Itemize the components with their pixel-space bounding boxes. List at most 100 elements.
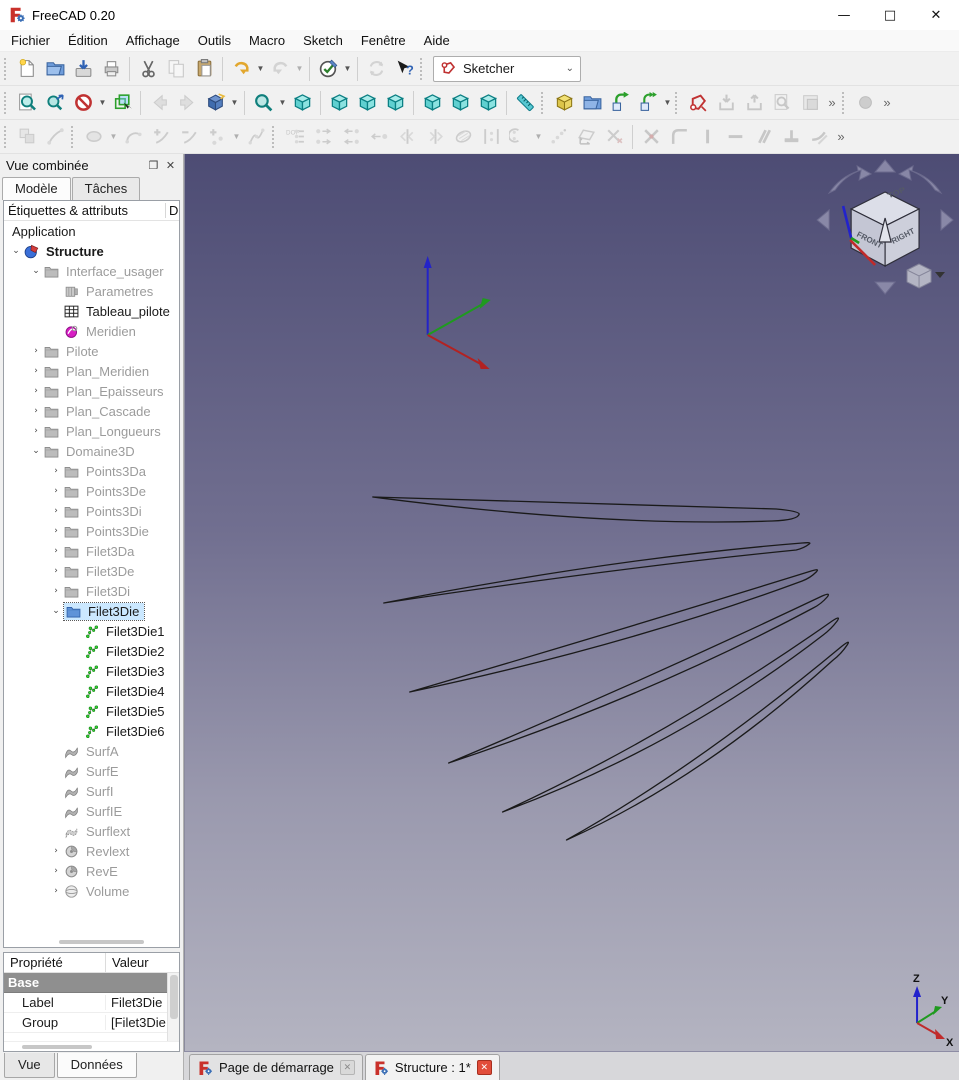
tree-item-plan-cascade[interactable]: ›Plan_Cascade	[4, 401, 179, 421]
tree-item-points3di[interactable]: ›Points3Di	[4, 501, 179, 521]
tab-vue[interactable]: Vue	[4, 1053, 55, 1078]
left-view-button[interactable]	[474, 89, 502, 117]
expand-icon[interactable]: ›	[48, 586, 64, 596]
workbench-selector[interactable]: Sketcher⌄	[433, 56, 581, 82]
expand-icon[interactable]: ›	[28, 366, 44, 376]
tree-item-plan-meridien[interactable]: ›Plan_Meridien	[4, 361, 179, 381]
edit-mode-button-caret-icon[interactable]: ▼	[342, 55, 353, 83]
navigation-cube[interactable]: TOP FRONT RIGHT	[817, 160, 953, 294]
tab-mod-le[interactable]: Modèle	[2, 177, 71, 200]
front-view-button[interactable]	[325, 89, 353, 117]
home-view-button-caret-icon[interactable]: ▼	[229, 89, 240, 117]
toolbar-grip[interactable]	[272, 126, 279, 148]
axonometric-view-button[interactable]	[288, 89, 316, 117]
tree-item-surfi[interactable]: SurfI	[4, 781, 179, 801]
toolbar-grip[interactable]	[675, 92, 682, 114]
menu-aide[interactable]: Aide	[415, 31, 459, 50]
expand-icon[interactable]: ›	[28, 346, 44, 356]
expand-icon[interactable]: ›	[48, 466, 64, 476]
expand-icon[interactable]: ›	[28, 406, 44, 416]
make-link-button[interactable]	[606, 89, 634, 117]
tree-item-points3de[interactable]: ›Points3De	[4, 481, 179, 501]
home-view-button[interactable]	[201, 89, 229, 117]
property-row-label[interactable]: LabelFilet3Die	[4, 993, 179, 1013]
tree-item-filet3die2[interactable]: Filet3Die2	[4, 641, 179, 661]
draw-style-button-caret-icon[interactable]: ▼	[97, 89, 108, 117]
tree-item-surflext[interactable]: Surflext	[4, 821, 179, 841]
toolbar-grip[interactable]	[4, 58, 11, 80]
tree-item-plan-longueurs[interactable]: ›Plan_Longueurs	[4, 421, 179, 441]
tree-item-filet3de[interactable]: ›Filet3De	[4, 561, 179, 581]
close-panel-icon[interactable]: ✕	[162, 157, 179, 173]
expand-icon[interactable]: ›	[48, 566, 64, 576]
toolbar-grip[interactable]	[4, 126, 11, 148]
toolbar-grip[interactable]	[541, 92, 548, 114]
menu--dition[interactable]: Édition	[59, 31, 117, 50]
expand-icon[interactable]: ›	[48, 866, 64, 876]
expand-icon[interactable]: ›	[48, 506, 64, 516]
rear-view-button[interactable]	[418, 89, 446, 117]
print-button[interactable]	[97, 55, 125, 83]
menu-macro[interactable]: Macro	[240, 31, 294, 50]
toolbar-grip[interactable]	[4, 92, 11, 114]
bounding-box-button[interactable]	[108, 89, 136, 117]
expand-icon[interactable]: ›	[48, 486, 64, 496]
toolbar-overflow-button[interactable]: »	[824, 89, 840, 117]
make-link-group-button-caret-icon[interactable]: ▼	[662, 89, 673, 117]
tree-item-meridien[interactable]: Meridien	[4, 321, 179, 341]
menu-sketch[interactable]: Sketch	[294, 31, 352, 50]
menu-fichier[interactable]: Fichier	[2, 31, 59, 50]
tree-item-interface-usager[interactable]: ⌄Interface_usager	[4, 261, 179, 281]
tree-item-filet3die3[interactable]: Filet3Die3	[4, 661, 179, 681]
tree-item-parametres[interactable]: Parametres	[4, 281, 179, 301]
toolbar-grip[interactable]	[842, 92, 849, 114]
menu-outils[interactable]: Outils	[189, 31, 240, 50]
expand-icon[interactable]: ›	[48, 886, 64, 896]
minimize-button[interactable]: —	[821, 0, 867, 30]
edit-mode-button[interactable]	[314, 55, 342, 83]
document-tab-structure-1-[interactable]: Structure : 1*✕	[365, 1054, 500, 1080]
tree-item-surfa[interactable]: SurfA	[4, 741, 179, 761]
toolbar-grip[interactable]	[71, 126, 78, 148]
tree-item-structure[interactable]: ⌄Structure	[4, 241, 179, 261]
navcube-menu-cube[interactable]	[907, 264, 945, 288]
save-document-button[interactable]	[69, 55, 97, 83]
zoom-button-caret-icon[interactable]: ▼	[277, 89, 288, 117]
tree-item-filet3die4[interactable]: Filet3Die4	[4, 681, 179, 701]
toolbar-overflow-button[interactable]: »	[833, 123, 849, 151]
expand-icon[interactable]: ›	[48, 546, 64, 556]
tab-donn-es[interactable]: Données	[57, 1053, 137, 1078]
float-panel-icon[interactable]: ❐	[145, 157, 162, 173]
collapse-icon[interactable]: ⌄	[28, 266, 44, 276]
measure-distance-button[interactable]	[511, 89, 539, 117]
right-view-button[interactable]	[381, 89, 409, 117]
create-part-button[interactable]	[550, 89, 578, 117]
undo-button[interactable]	[227, 55, 255, 83]
tree-item-filet3da[interactable]: ›Filet3Da	[4, 541, 179, 561]
whats-this-button[interactable]: ?	[390, 55, 418, 83]
tree-item-application[interactable]: Application	[4, 221, 179, 241]
property-row-group[interactable]: Group[Filet3Die	[4, 1013, 179, 1033]
toolbar-overflow-button[interactable]: »	[879, 89, 895, 117]
expand-icon[interactable]: ›	[28, 386, 44, 396]
collapse-icon[interactable]: ⌄	[48, 606, 64, 616]
document-tab-page-de-d-marrage[interactable]: Page de démarrage✕	[189, 1054, 363, 1080]
tree-item-filet3die6[interactable]: Filet3Die6	[4, 721, 179, 741]
expand-icon[interactable]: ›	[48, 846, 64, 856]
create-sketch-button[interactable]	[684, 89, 712, 117]
make-link-group-button[interactable]	[634, 89, 662, 117]
top-view-button[interactable]	[353, 89, 381, 117]
draw-style-button[interactable]	[69, 89, 97, 117]
tree-horizontal-scrollbar[interactable]	[4, 937, 179, 947]
maximize-button[interactable]: □	[867, 0, 913, 30]
tree-item-volume[interactable]: ›Volume	[4, 881, 179, 901]
open-document-button[interactable]	[41, 55, 69, 83]
tab-close-icon[interactable]: ✕	[340, 1060, 355, 1075]
cut-button[interactable]	[134, 55, 162, 83]
zoom-button[interactable]	[249, 89, 277, 117]
tree-item-pilote[interactable]: ›Pilote	[4, 341, 179, 361]
property-group-base[interactable]: Base	[4, 973, 179, 993]
3d-viewport[interactable]: TOP FRONT RIGHT	[184, 154, 959, 1051]
tree-item-reve[interactable]: ›RevE	[4, 861, 179, 881]
tree-item-plan-epaisseurs[interactable]: ›Plan_Epaisseurs	[4, 381, 179, 401]
